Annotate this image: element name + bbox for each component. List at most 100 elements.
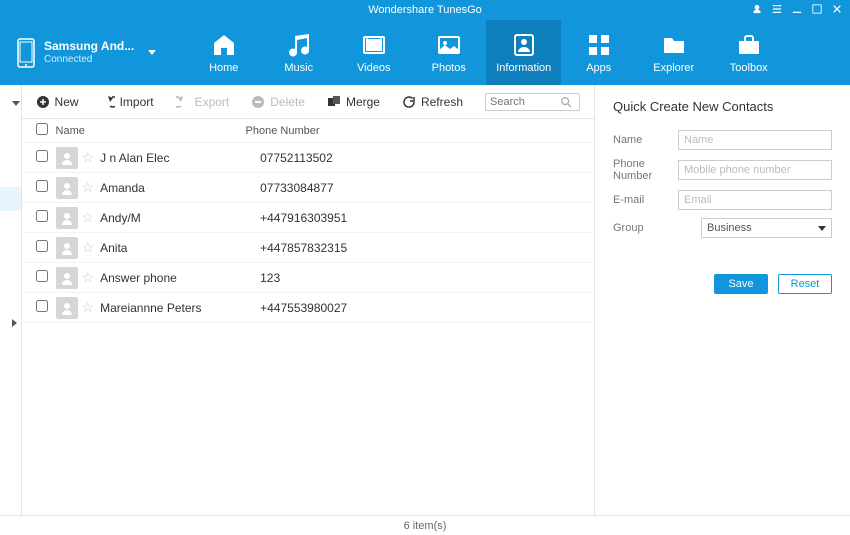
status-bar: 6 item(s) bbox=[0, 515, 850, 535]
new-button[interactable]: New bbox=[36, 95, 79, 109]
device-status: Connected bbox=[44, 54, 134, 66]
contact-name: Mareiannne Peters bbox=[100, 301, 260, 315]
sidebar-group[interactable]: Personal bbox=[0, 211, 22, 235]
nav-label: Toolbox bbox=[730, 62, 768, 74]
apps-icon bbox=[586, 32, 612, 58]
avatar-icon bbox=[56, 147, 78, 169]
import-button[interactable]: Import bbox=[101, 95, 154, 109]
nav-label: Information bbox=[496, 62, 551, 74]
row-checkbox[interactable] bbox=[36, 150, 48, 162]
label-email: E-mail bbox=[613, 194, 678, 206]
contact-row[interactable]: ☆J n Alan Elec07752113502 bbox=[22, 143, 594, 173]
nav-videos[interactable]: Videos bbox=[336, 20, 411, 85]
save-button[interactable]: Save bbox=[714, 274, 768, 294]
contact-name: Amanda bbox=[100, 181, 260, 195]
search-box[interactable] bbox=[485, 93, 580, 111]
contact-phone: 123 bbox=[260, 271, 580, 285]
close-icon[interactable] bbox=[832, 4, 842, 17]
row-checkbox[interactable] bbox=[36, 300, 48, 312]
sidebar-source-phone[interactable]: vnd.sec.contact.phone bbox=[0, 115, 22, 139]
star-icon[interactable]: ☆ bbox=[82, 239, 95, 256]
star-icon[interactable]: ☆ bbox=[82, 299, 95, 316]
sidebar-source-sim[interactable]: +86 17052694357 bbox=[0, 259, 22, 283]
label-group: Group bbox=[613, 222, 701, 234]
nav-toolbox[interactable]: Toolbox bbox=[711, 20, 786, 85]
toolbar: New Import Export Delete Merge Refresh bbox=[22, 85, 594, 119]
star-icon[interactable]: ☆ bbox=[82, 149, 95, 166]
nav-label: Explorer bbox=[653, 62, 694, 74]
contact-phone: 07733084877 bbox=[260, 181, 580, 195]
contact-name: Andy/M bbox=[100, 211, 260, 225]
contact-name: Anita bbox=[100, 241, 260, 255]
user-icon[interactable] bbox=[752, 4, 762, 17]
chevron-down-icon bbox=[148, 50, 156, 55]
sidebar-group[interactable]: Business bbox=[0, 187, 22, 211]
contact-row[interactable]: ☆ Amanda07733084877 bbox=[22, 173, 594, 203]
row-checkbox[interactable] bbox=[36, 210, 48, 222]
contact-phone: +447916303951 bbox=[260, 211, 580, 225]
star-icon[interactable]: ☆ bbox=[82, 179, 95, 196]
nav-photos[interactable]: Photos bbox=[411, 20, 486, 85]
row-checkbox[interactable] bbox=[36, 240, 48, 252]
search-icon bbox=[560, 96, 572, 108]
avatar-icon bbox=[56, 297, 78, 319]
information-icon bbox=[511, 32, 537, 58]
refresh-button[interactable]: Refresh bbox=[402, 95, 463, 109]
contact-name: Answer phone bbox=[100, 271, 260, 285]
star-icon[interactable]: ☆ bbox=[82, 269, 95, 286]
sidebar-contacts[interactable]: Contacts bbox=[0, 91, 22, 115]
window-title: Wondershare TunesGo bbox=[368, 4, 482, 16]
merge-button[interactable]: Merge bbox=[327, 95, 380, 109]
contact-list: ☆J n Alan Elec07752113502☆Amanda07733084… bbox=[22, 143, 594, 323]
nav-apps[interactable]: Apps bbox=[561, 20, 636, 85]
panel-title: Quick Create New Contacts bbox=[613, 99, 832, 114]
nav-music[interactable]: Music bbox=[261, 20, 336, 85]
sidebar-group[interactable]: Ungrouped bbox=[0, 163, 22, 187]
sidebar-sms[interactable]: SMS bbox=[0, 311, 22, 335]
sidebar-source-gmail[interactable]: mobiletranser@gmail.c... bbox=[0, 283, 22, 307]
avatar-icon bbox=[56, 267, 78, 289]
nav-label: Music bbox=[284, 62, 313, 74]
avatar-icon bbox=[56, 237, 78, 259]
nav-home[interactable]: Home bbox=[186, 20, 261, 85]
input-email[interactable] bbox=[678, 190, 832, 210]
select-all-checkbox[interactable] bbox=[36, 123, 48, 135]
label-name: Name bbox=[613, 134, 678, 146]
explorer-icon bbox=[661, 32, 687, 58]
sidebar-group[interactable]: New Group bbox=[0, 235, 22, 259]
reset-button[interactable]: Reset bbox=[778, 274, 832, 294]
nav-information[interactable]: Information bbox=[486, 20, 561, 85]
nav-label: Photos bbox=[432, 62, 466, 74]
nav-label: Videos bbox=[357, 62, 390, 74]
search-input[interactable] bbox=[490, 96, 560, 108]
maximize-icon[interactable] bbox=[812, 4, 822, 17]
label-phone: Phone Number bbox=[613, 158, 678, 182]
nav-label: Apps bbox=[586, 62, 611, 74]
nav-explorer[interactable]: Explorer bbox=[636, 20, 711, 85]
contact-row[interactable]: ☆ Answer phone123 bbox=[22, 263, 594, 293]
menu-icon[interactable] bbox=[772, 4, 782, 17]
avatar-icon bbox=[56, 177, 78, 199]
photos-icon bbox=[436, 32, 462, 58]
input-phone[interactable] bbox=[678, 160, 832, 180]
row-checkbox[interactable] bbox=[36, 270, 48, 282]
contact-phone: 07752113502 bbox=[260, 151, 580, 165]
contact-row[interactable]: ☆Anita+447857832315 bbox=[22, 233, 594, 263]
contact-row[interactable]: ☆ Andy/M+447916303951 bbox=[22, 203, 594, 233]
list-header: Name Phone Number bbox=[22, 119, 594, 143]
row-checkbox[interactable] bbox=[36, 180, 48, 192]
column-name[interactable]: Name bbox=[56, 125, 246, 137]
column-phone[interactable]: Phone Number bbox=[246, 125, 580, 137]
export-button[interactable]: Export bbox=[176, 95, 230, 109]
select-group[interactable]: Business bbox=[701, 218, 832, 238]
avatar-icon bbox=[56, 207, 78, 229]
input-name[interactable] bbox=[678, 130, 832, 150]
sidebar-group[interactable]: Favorites bbox=[0, 139, 22, 163]
contact-row[interactable]: ☆ Mareiannne Peters+447553980027 bbox=[22, 293, 594, 323]
device-selector[interactable]: Samsung And... Connected bbox=[12, 20, 166, 85]
sidebar: Contacts vnd.sec.contact.phone Favorites… bbox=[0, 85, 22, 515]
minimize-icon[interactable] bbox=[792, 4, 802, 17]
star-icon[interactable]: ☆ bbox=[82, 209, 95, 226]
delete-button[interactable]: Delete bbox=[251, 95, 305, 109]
contact-phone: +447553980027 bbox=[260, 301, 580, 315]
